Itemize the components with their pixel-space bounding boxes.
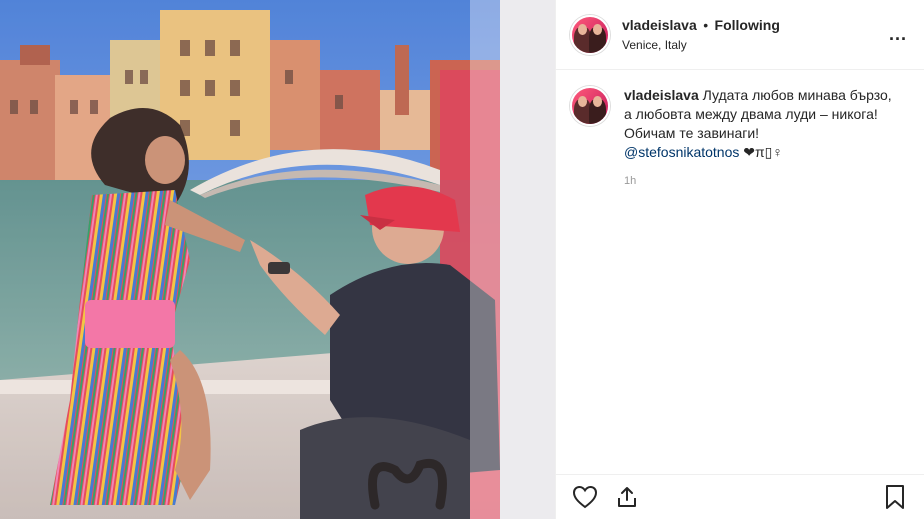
post-header: vladeislava • Following Venice, Italy ..… [556, 0, 924, 70]
share-button[interactable] [612, 482, 642, 512]
like-button[interactable] [570, 482, 600, 512]
share-icon [618, 487, 636, 507]
post-timestamp[interactable]: 1h [624, 172, 894, 191]
mention-link[interactable]: @stefosnikatotnos [624, 144, 739, 160]
venice-proposal-photo [0, 0, 555, 519]
more-options-button[interactable]: ... [886, 24, 910, 45]
save-button[interactable] [880, 482, 910, 512]
bookmark-icon [886, 485, 904, 509]
caption-body: vladeislava Лудата любов минава бързо, а… [624, 86, 894, 191]
instagram-post: vladeislava • Following Venice, Italy ..… [0, 0, 924, 519]
post-header-meta: vladeislava • Following Venice, Italy [622, 17, 886, 52]
heart-icon [572, 485, 598, 509]
action-bar [556, 474, 924, 519]
separator-dot: • [703, 17, 709, 33]
username-link[interactable]: vladeislava [622, 17, 697, 33]
caption-emoji: ❤π▯♀ [743, 144, 783, 160]
following-button[interactable]: Following [715, 17, 780, 33]
caption-avatar[interactable] [570, 86, 610, 126]
more-icon: ... [888, 24, 907, 44]
caption-comment: vladeislava Лудата любов минава бързо, а… [556, 70, 924, 191]
post-photo[interactable] [0, 0, 555, 519]
caption-username-link[interactable]: vladeislava [624, 87, 699, 103]
location-link[interactable]: Venice, Italy [622, 38, 886, 52]
post-sidebar: vladeislava • Following Venice, Italy ..… [555, 0, 924, 519]
avatar[interactable] [570, 14, 610, 55]
